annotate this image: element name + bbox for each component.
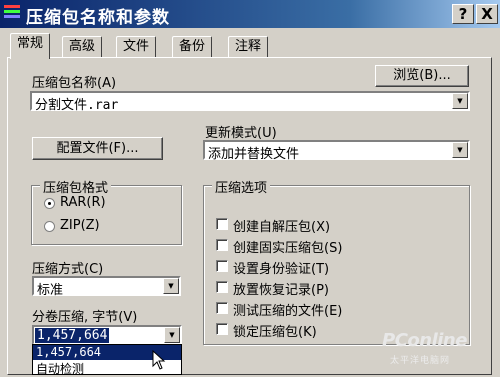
solid-checkbox[interactable] <box>216 239 228 251</box>
chevron-down-icon[interactable]: ▼ <box>163 278 179 294</box>
volume-size-label: 分卷压缩, 字节(V) <box>32 310 138 325</box>
tab-files[interactable]: 文件 <box>116 36 157 58</box>
update-mode-label: 更新模式(U) <box>205 126 277 141</box>
tab-comment[interactable]: 注释 <box>228 36 269 58</box>
chevron-down-icon[interactable]: ▼ <box>452 93 468 109</box>
zip-radio[interactable] <box>44 221 55 232</box>
mouse-pointer-icon <box>152 350 166 370</box>
close-button[interactable]: X <box>476 4 498 24</box>
update-mode-select[interactable]: 添加并替换文件 ▼ <box>203 140 470 162</box>
chevron-down-icon[interactable]: ▼ <box>452 142 468 158</box>
lock-archive-checkbox[interactable] <box>216 323 228 335</box>
rar-radio-label: RAR(R) <box>60 195 106 210</box>
sfx-checkbox[interactable] <box>216 218 228 230</box>
title-bar: 压缩包名称和参数 ? X <box>0 0 500 28</box>
tab-general[interactable]: 常规 <box>10 33 51 59</box>
archive-format-group: 压缩包格式 <box>31 177 182 245</box>
watermark-sub: 太平洋电脑网 <box>390 356 451 366</box>
archive-name-label: 压缩包名称(A) <box>32 76 117 91</box>
chevron-down-icon[interactable]: ▼ <box>164 327 180 343</box>
tab-advanced[interactable]: 高级 <box>62 36 103 58</box>
tab-backup[interactable]: 备份 <box>172 36 213 58</box>
recovery-record-checkbox[interactable] <box>216 281 228 293</box>
browse-button[interactable]: 浏览(B)... <box>375 65 469 87</box>
archive-options-title: 压缩选项 <box>212 177 271 196</box>
compression-method-select[interactable]: 标准 ▼ <box>32 276 181 298</box>
sfx-checkbox-label: 创建自解压包(X) <box>233 220 331 235</box>
archive-name-combobox[interactable]: 分割文件.rar ▼ <box>30 91 470 113</box>
authenticity-checkbox[interactable] <box>216 260 228 272</box>
update-mode-value: 添加并替换文件 <box>208 147 300 162</box>
archive-name-value: 分割文件.rar <box>35 98 119 113</box>
window-title: 压缩包名称和参数 <box>26 8 170 28</box>
compression-method-value: 标准 <box>37 283 64 298</box>
winrar-app-icon <box>4 5 20 21</box>
zip-radio-label: ZIP(Z) <box>60 218 100 233</box>
watermark-brand: PConline <box>382 330 467 351</box>
test-files-checkbox-label: 测试压缩的文件(E) <box>233 304 343 319</box>
compression-method-label: 压缩方式(C) <box>32 262 104 277</box>
recovery-record-checkbox-label: 放置恢复记录(P) <box>233 283 329 298</box>
solid-checkbox-label: 创建固实压缩包(S) <box>233 241 343 256</box>
archive-format-title: 压缩包格式 <box>40 177 112 196</box>
authenticity-checkbox-label: 设置身份验证(T) <box>233 262 330 277</box>
test-files-checkbox[interactable] <box>216 302 228 314</box>
rar-radio[interactable] <box>44 198 55 209</box>
profiles-button[interactable]: 配置文件(F)... <box>32 137 163 160</box>
volume-size-combobox[interactable]: 1,457,664 ▼ <box>32 325 182 345</box>
volume-size-value: 1,457,664 <box>35 328 110 343</box>
lock-archive-checkbox-label: 锁定压缩包(K) <box>233 325 317 340</box>
help-button[interactable]: ? <box>452 4 474 24</box>
